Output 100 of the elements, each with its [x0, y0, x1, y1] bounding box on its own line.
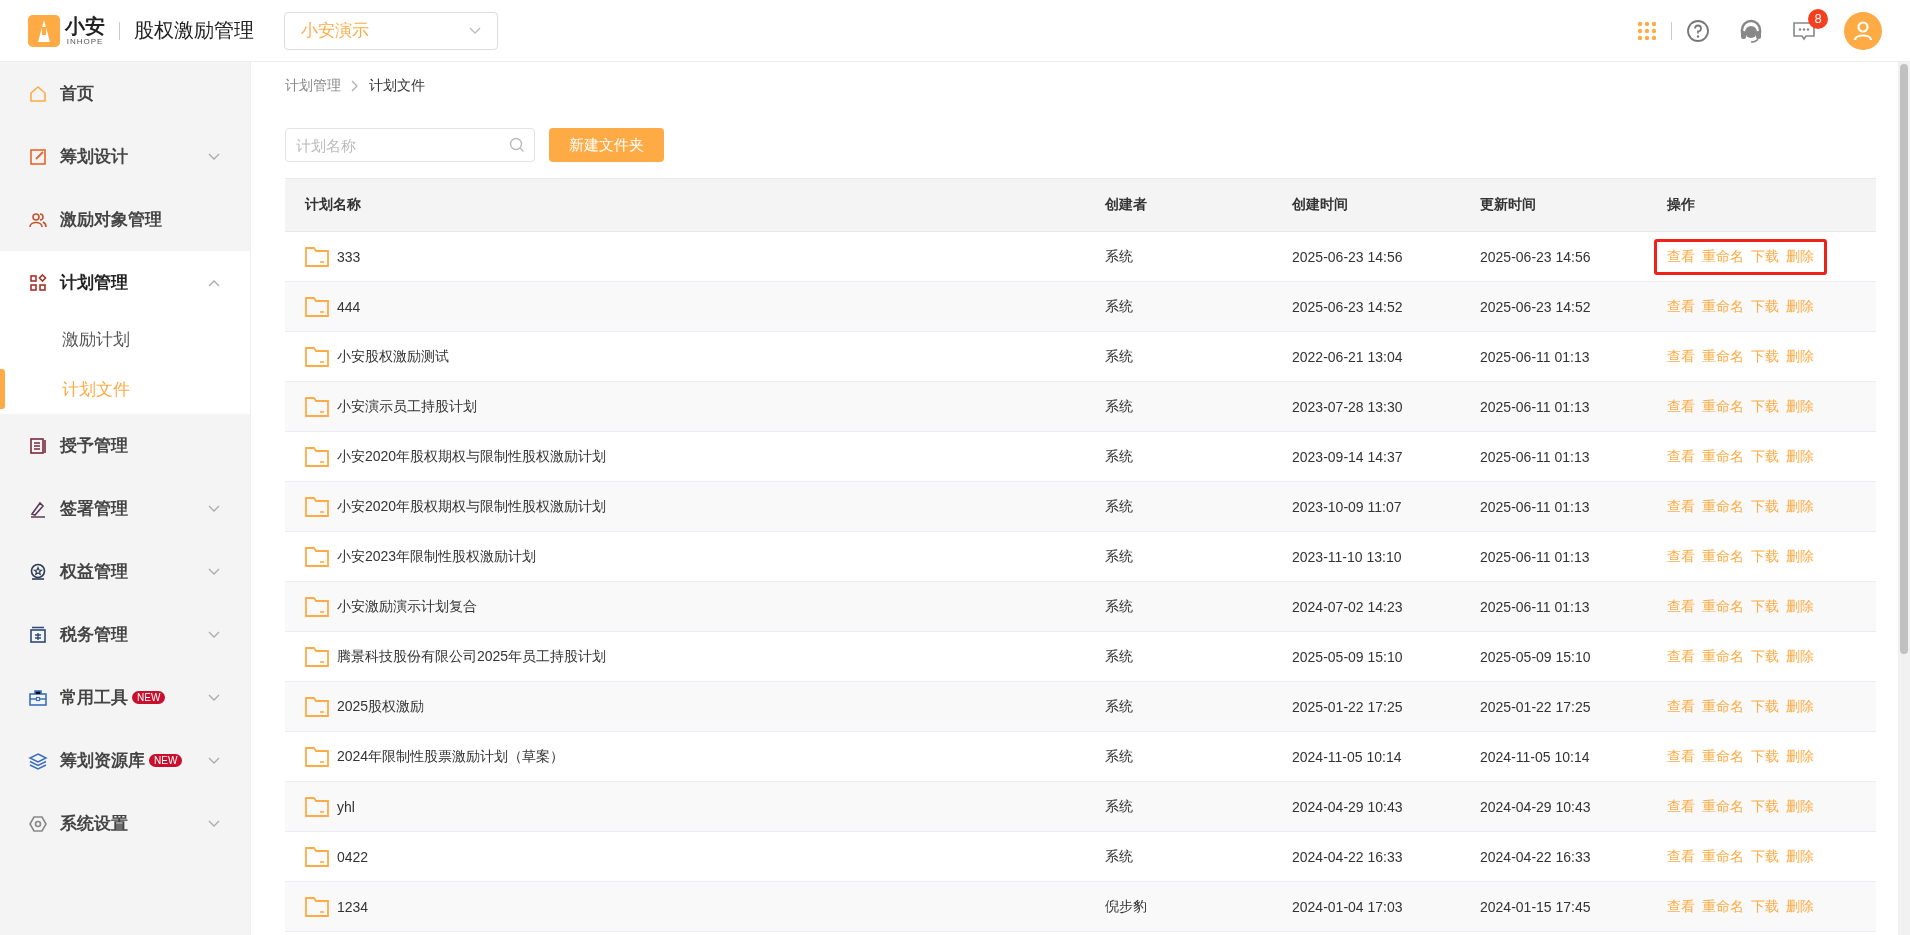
- action-link[interactable]: 查看: [1667, 647, 1695, 666]
- sidebar-item[interactable]: 签署管理: [0, 477, 250, 540]
- action-link[interactable]: 删除: [1786, 747, 1814, 766]
- action-link[interactable]: 重命名: [1702, 847, 1744, 866]
- sidebar-item[interactable]: 筹划资源库 NEW: [0, 729, 250, 792]
- sidebar-item[interactable]: 筹划设计: [0, 125, 250, 188]
- action-link[interactable]: 下载: [1751, 447, 1779, 466]
- user-avatar[interactable]: [1844, 11, 1882, 50]
- folder-name[interactable]: 小安激励演示计划复合: [337, 597, 477, 616]
- action-link[interactable]: 删除: [1786, 597, 1814, 616]
- action-link[interactable]: 删除: [1786, 797, 1814, 816]
- folder-name[interactable]: 小安演示员工持股计划: [337, 397, 477, 416]
- search-field[interactable]: 计划名称: [285, 128, 535, 162]
- action-link[interactable]: 查看: [1667, 547, 1695, 566]
- headset-icon[interactable]: [1738, 17, 1764, 44]
- folder-name[interactable]: 腾景科技股份有限公司2025年员工持股计划: [337, 647, 607, 666]
- folder-name[interactable]: 小安2020年股权期权与限制性股权激励计划: [337, 497, 607, 516]
- action-link[interactable]: 下载: [1751, 497, 1779, 516]
- action-link[interactable]: 重命名: [1702, 647, 1744, 666]
- action-link[interactable]: 查看: [1667, 697, 1695, 716]
- company-select[interactable]: 小安演示: [284, 11, 498, 50]
- action-link[interactable]: 删除: [1786, 847, 1814, 866]
- action-link[interactable]: 删除: [1786, 447, 1814, 466]
- folder-name[interactable]: 1234: [337, 898, 369, 915]
- action-link[interactable]: 查看: [1667, 447, 1695, 466]
- sidebar-item[interactable]: 常用工具 NEW: [0, 666, 250, 729]
- action-link[interactable]: 下载: [1751, 897, 1779, 916]
- action-link[interactable]: 下载: [1751, 397, 1779, 416]
- action-link[interactable]: 查看: [1667, 747, 1695, 766]
- table-cell: 系统: [1105, 597, 1133, 616]
- action-link[interactable]: 下载: [1751, 647, 1779, 666]
- folder-name[interactable]: 小安2020年股权期权与限制性股权激励计划: [337, 447, 607, 466]
- action-link[interactable]: 查看: [1667, 297, 1695, 316]
- folder-icon: [305, 446, 329, 467]
- action-link[interactable]: 查看: [1667, 897, 1695, 916]
- sidebar-item[interactable]: 税务管理: [0, 603, 250, 666]
- action-link[interactable]: 重命名: [1702, 297, 1744, 316]
- action-link[interactable]: 重命名: [1702, 697, 1744, 716]
- action-link[interactable]: 下载: [1751, 747, 1779, 766]
- folder-name[interactable]: 小安2023年限制性股权激励计划: [337, 547, 537, 566]
- action-link[interactable]: 下载: [1751, 247, 1779, 266]
- sidebar-item[interactable]: 权益管理: [0, 540, 250, 603]
- folder-name[interactable]: 小安股权激励测试: [337, 347, 449, 366]
- scrollbar-thumb[interactable]: [1900, 64, 1908, 654]
- action-link[interactable]: 下载: [1751, 547, 1779, 566]
- action-link[interactable]: 删除: [1786, 547, 1814, 566]
- folder-name[interactable]: 333: [337, 248, 361, 265]
- sidebar-item[interactable]: 激励对象管理: [0, 188, 250, 251]
- action-link[interactable]: 查看: [1667, 847, 1695, 866]
- folder-name[interactable]: 444: [337, 298, 361, 315]
- action-link[interactable]: 重命名: [1702, 347, 1744, 366]
- action-link[interactable]: 删除: [1786, 247, 1814, 266]
- column-header: 创建者: [1085, 178, 1272, 232]
- app-grid-icon[interactable]: [1637, 20, 1657, 41]
- action-link[interactable]: 重命名: [1702, 747, 1744, 766]
- action-link[interactable]: 重命名: [1702, 797, 1744, 816]
- folder-name[interactable]: 2025股权激励: [337, 697, 425, 716]
- action-link[interactable]: 下载: [1751, 347, 1779, 366]
- action-link[interactable]: 下载: [1751, 697, 1779, 716]
- action-link[interactable]: 查看: [1667, 247, 1695, 266]
- action-link[interactable]: 重命名: [1702, 597, 1744, 616]
- action-link[interactable]: 删除: [1786, 347, 1814, 366]
- folder-name[interactable]: yhl: [337, 798, 355, 815]
- action-link[interactable]: 查看: [1667, 497, 1695, 516]
- action-link[interactable]: 删除: [1786, 897, 1814, 916]
- action-link[interactable]: 重命名: [1702, 397, 1744, 416]
- action-link[interactable]: 下载: [1751, 597, 1779, 616]
- action-link[interactable]: 查看: [1667, 797, 1695, 816]
- action-link[interactable]: 删除: [1786, 647, 1814, 666]
- action-link[interactable]: 下载: [1751, 797, 1779, 816]
- action-link[interactable]: 重命名: [1702, 897, 1744, 916]
- sidebar-item[interactable]: 系统设置: [0, 792, 250, 855]
- sidebar-subitem[interactable]: 激励计划: [0, 314, 250, 364]
- action-link[interactable]: 重命名: [1702, 447, 1744, 466]
- folder-icon: [305, 546, 329, 567]
- action-link[interactable]: 下载: [1751, 297, 1779, 316]
- sidebar-item[interactable]: 计划管理: [0, 251, 250, 314]
- action-link[interactable]: 查看: [1667, 597, 1695, 616]
- action-link[interactable]: 重命名: [1702, 497, 1744, 516]
- action-link[interactable]: 删除: [1786, 297, 1814, 316]
- new-folder-button[interactable]: 新建文件夹: [549, 128, 664, 162]
- sidebar-item[interactable]: 授予管理: [0, 414, 250, 477]
- logo-icon: [28, 14, 60, 47]
- breadcrumb-item[interactable]: 计划管理: [285, 77, 341, 95]
- sidebar-item[interactable]: 首页: [0, 62, 250, 125]
- action-link[interactable]: 删除: [1786, 397, 1814, 416]
- folder-name[interactable]: 0422: [337, 848, 369, 865]
- action-link[interactable]: 删除: [1786, 497, 1814, 516]
- help-icon[interactable]: [1686, 18, 1710, 43]
- action-link[interactable]: 重命名: [1702, 547, 1744, 566]
- action-link[interactable]: 重命名: [1702, 247, 1744, 266]
- action-link[interactable]: 下载: [1751, 847, 1779, 866]
- sidebar-item-icon: [28, 624, 48, 645]
- action-link[interactable]: 查看: [1667, 347, 1695, 366]
- folder-name[interactable]: 2024年限制性股票激励计划（草案）: [337, 747, 565, 766]
- table-cell: 2025-06-23 14:52: [1480, 298, 1591, 315]
- table-cell: 2025-01-22 17:25: [1292, 698, 1403, 715]
- action-link[interactable]: 删除: [1786, 697, 1814, 716]
- sidebar-subitem[interactable]: 计划文件: [0, 364, 250, 414]
- action-link[interactable]: 查看: [1667, 397, 1695, 416]
